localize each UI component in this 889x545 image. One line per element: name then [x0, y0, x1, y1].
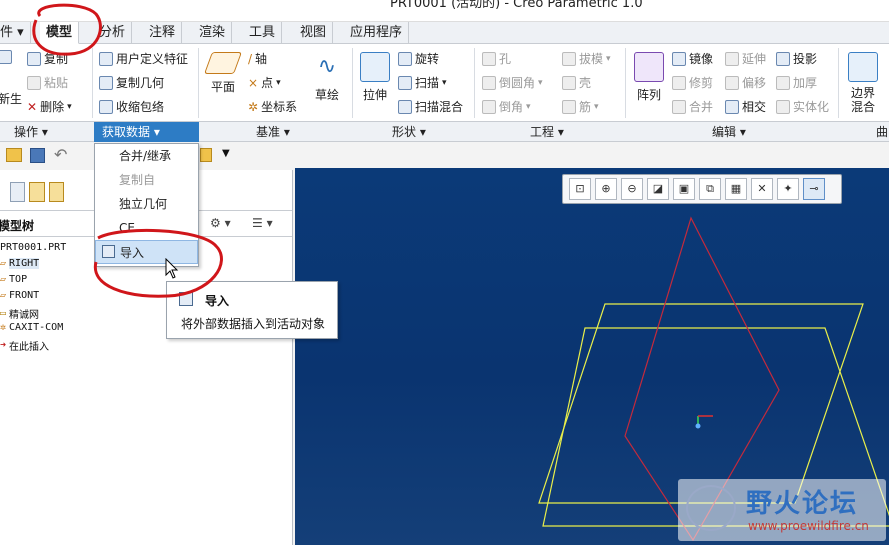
- forum-logo-icon: [686, 485, 736, 531]
- watermark-title: 野火论坛: [746, 489, 859, 519]
- annotation-overlay: [32, 3, 223, 298]
- watermark-url: www.proewildfire.cn: [748, 519, 869, 533]
- forum-watermark: 野火论坛 www.proewildfire.cn: [678, 479, 886, 541]
- annotation-circle-model-tab: [32, 3, 102, 56]
- annotation-circle-import: [93, 228, 223, 298]
